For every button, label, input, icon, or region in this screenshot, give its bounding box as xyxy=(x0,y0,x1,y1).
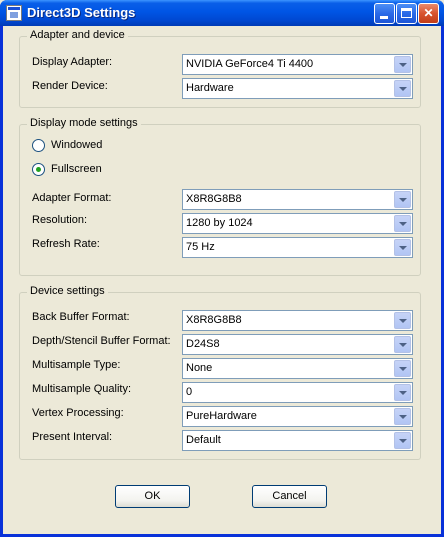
chevron-down-icon[interactable] xyxy=(394,56,411,73)
display-adapter-select[interactable]: NVIDIA GeForce4 Ti 4400 xyxy=(182,54,413,75)
fullscreen-radio[interactable] xyxy=(32,163,45,176)
adapter-format-select[interactable]: X8R8G8B8 xyxy=(182,189,413,210)
device-settings-group: Device settings Back Buffer Format: X8R8… xyxy=(19,285,421,460)
chevron-down-icon[interactable] xyxy=(394,408,411,425)
present-interval-select[interactable]: Default xyxy=(182,430,413,451)
depth-stencil-format-value: D24S8 xyxy=(186,338,220,350)
multisample-type-label: Multisample Type: xyxy=(32,359,121,371)
direct3d-settings-dialog: Direct3D Settings ✕ Adapter and device D… xyxy=(0,0,444,537)
render-device-select[interactable]: Hardware xyxy=(182,78,413,99)
render-device-value: Hardware xyxy=(186,82,234,94)
group-title-adapter: Adapter and device xyxy=(27,29,128,41)
chevron-down-icon[interactable] xyxy=(394,432,411,449)
windowed-label[interactable]: Windowed xyxy=(51,139,102,151)
chevron-down-icon[interactable] xyxy=(394,336,411,353)
group-title-device-settings: Device settings xyxy=(27,285,108,297)
maximize-icon xyxy=(401,8,412,18)
fullscreen-label[interactable]: Fullscreen xyxy=(51,163,102,175)
multisample-quality-value: 0 xyxy=(186,386,193,398)
present-interval-label: Present Interval: xyxy=(32,431,113,443)
chevron-down-icon[interactable] xyxy=(394,191,411,208)
group-title-display-mode: Display mode settings xyxy=(27,117,141,129)
vertex-processing-value: PureHardware xyxy=(186,410,257,422)
windowed-radio[interactable] xyxy=(32,139,45,152)
close-icon: ✕ xyxy=(423,6,434,20)
resolution-select[interactable]: 1280 by 1024 xyxy=(182,213,413,234)
resolution-value: 1280 by 1024 xyxy=(186,217,253,229)
depth-stencil-format-label: Depth/Stencil Buffer Format: xyxy=(32,335,171,347)
multisample-quality-select[interactable]: 0 xyxy=(182,382,413,403)
refresh-rate-select[interactable]: 75 Hz xyxy=(182,237,413,258)
direct3d-window-icon xyxy=(6,5,22,21)
display-adapter-label: Display Adapter: xyxy=(32,56,113,68)
refresh-rate-label: Refresh Rate: xyxy=(32,238,100,250)
chevron-down-icon[interactable] xyxy=(394,215,411,232)
back-buffer-format-select[interactable]: X8R8G8B8 xyxy=(182,310,413,331)
adapter-and-device-group: Adapter and device Display Adapter: NVID… xyxy=(19,29,421,108)
minimize-icon xyxy=(380,16,388,19)
multisample-type-select[interactable]: None xyxy=(182,358,413,379)
chevron-down-icon[interactable] xyxy=(394,384,411,401)
back-buffer-format-label: Back Buffer Format: xyxy=(32,311,130,323)
ok-button[interactable]: OK xyxy=(115,485,190,508)
close-button[interactable]: ✕ xyxy=(418,3,439,24)
adapter-format-value: X8R8G8B8 xyxy=(186,193,242,205)
cancel-button[interactable]: Cancel xyxy=(252,485,327,508)
depth-stencil-format-select[interactable]: D24S8 xyxy=(182,334,413,355)
display-mode-group: Display mode settings Windowed Fullscree… xyxy=(19,117,421,276)
multisample-quality-label: Multisample Quality: xyxy=(32,383,132,395)
chevron-down-icon[interactable] xyxy=(394,80,411,97)
chevron-down-icon[interactable] xyxy=(394,312,411,329)
back-buffer-format-value: X8R8G8B8 xyxy=(186,314,242,326)
adapter-format-label: Adapter Format: xyxy=(32,192,112,204)
chevron-down-icon[interactable] xyxy=(394,360,411,377)
present-interval-value: Default xyxy=(186,434,221,446)
vertex-processing-label: Vertex Processing: xyxy=(32,407,124,419)
multisample-type-value: None xyxy=(186,362,213,374)
chevron-down-icon[interactable] xyxy=(394,239,411,256)
title-bar[interactable]: Direct3D Settings ✕ xyxy=(0,0,444,26)
refresh-rate-value: 75 Hz xyxy=(186,241,215,253)
resolution-label: Resolution: xyxy=(32,214,88,226)
window-title: Direct3D Settings xyxy=(27,5,136,20)
maximize-button[interactable] xyxy=(396,3,417,24)
render-device-label: Render Device: xyxy=(32,80,108,92)
vertex-processing-select[interactable]: PureHardware xyxy=(182,406,413,427)
display-adapter-value: NVIDIA GeForce4 Ti 4400 xyxy=(186,58,314,70)
minimize-button[interactable] xyxy=(374,3,395,24)
